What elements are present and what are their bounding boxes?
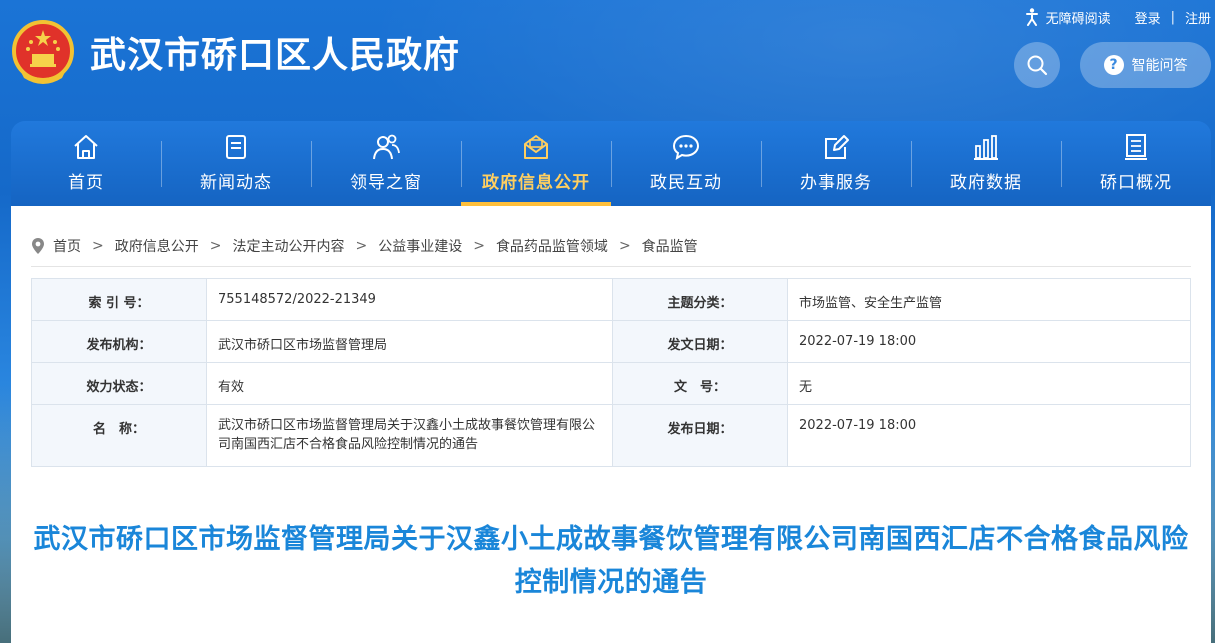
meta-key: 名 称： — [31, 404, 207, 467]
table-row: 效力状态： 有效 文 号： 无 — [31, 362, 1191, 405]
nav-label: 办事服务 — [800, 173, 872, 193]
meta-key: 效力状态： — [31, 362, 207, 405]
chat-icon — [672, 134, 700, 161]
nav-divider — [761, 141, 762, 187]
nav-label: 政府数据 — [950, 173, 1022, 193]
meta-value: 武汉市硚口区市场监督管理局 — [206, 320, 613, 363]
nav-label: 硚口概况 — [1100, 173, 1172, 193]
breadcrumb-food-drug[interactable]: 食品药品监管领域 — [496, 236, 608, 256]
register-link[interactable]: 注册 — [1185, 8, 1215, 27]
main-nav: 首页 新闻动态 领导之窗 政府信息公开 政民互动 办事服务 政府数据 硚口概况 — [11, 121, 1211, 206]
nav-label: 政民互动 — [650, 173, 722, 193]
smart-qa-button[interactable]: ? 智能问答 — [1080, 42, 1211, 88]
meta-key: 发布日期： — [612, 404, 788, 467]
meta-value: 755148572/2022-21349 — [206, 278, 613, 321]
leaders-icon — [373, 134, 400, 160]
breadcrumb-separator: > — [355, 238, 368, 254]
nav-divider — [911, 141, 912, 187]
breadcrumb-food-supervision[interactable]: 食品监管 — [642, 236, 698, 256]
meta-key: 发布机构： — [31, 320, 207, 363]
question-icon: ? — [1103, 55, 1124, 75]
meta-value: 无 — [787, 362, 1191, 405]
home-icon — [74, 135, 98, 159]
nav-item-news[interactable]: 新闻动态 — [161, 121, 311, 206]
nav-label: 首页 — [68, 173, 104, 193]
accessibility-icon — [1025, 8, 1038, 26]
meta-value: 2022-07-19 18:00 — [787, 320, 1191, 363]
meta-key: 发文日期： — [612, 320, 788, 363]
document-meta-table: 索 引 号： 755148572/2022-21349 主题分类： 市场监管、安… — [31, 278, 1191, 467]
utility-bar: 无障碍阅读 登录 | 注册 — [1024, 6, 1215, 28]
nav-divider — [611, 141, 612, 187]
nav-divider — [311, 141, 312, 187]
location-pin-icon — [32, 238, 44, 254]
breadcrumb-separator: > — [209, 238, 222, 254]
nav-item-overview[interactable]: 硚口概况 — [1061, 121, 1211, 206]
nav-item-leaders[interactable]: 领导之窗 — [311, 121, 461, 206]
accessibility-label: 无障碍阅读 — [1045, 11, 1111, 27]
national-emblem-logo — [12, 20, 74, 86]
nav-item-interaction[interactable]: 政民互动 — [611, 121, 761, 206]
breadcrumb-separator: > — [473, 238, 485, 254]
meta-key: 索 引 号： — [31, 278, 207, 321]
accessibility-link[interactable]: 无障碍阅读 — [1024, 8, 1111, 27]
content-panel: 首页 > 政府信息公开 > 法定主动公开内容 > 公益事业建设 > 食品药品监管… — [11, 206, 1211, 643]
breadcrumb-home[interactable]: 首页 — [53, 236, 81, 256]
meta-value: 有效 — [206, 362, 613, 405]
site-title: 武汉市硚口区人民政府 — [90, 35, 461, 76]
bar-chart-icon — [974, 135, 998, 160]
nav-divider — [1061, 141, 1062, 187]
breadcrumb-gov-info[interactable]: 政府信息公开 — [115, 236, 199, 256]
breadcrumb: 首页 > 政府信息公开 > 法定主动公开内容 > 公益事业建设 > 食品药品监管… — [31, 226, 1191, 267]
breadcrumb-public-welfare[interactable]: 公益事业建设 — [378, 236, 462, 256]
utility-separator: | — [1170, 9, 1175, 25]
nav-label: 领导之窗 — [350, 173, 422, 193]
table-row: 发布机构： 武汉市硚口区市场监督管理局 发文日期： 2022-07-19 18:… — [31, 320, 1191, 363]
login-link[interactable]: 登录 — [1135, 8, 1161, 27]
breadcrumb-separator: > — [92, 238, 104, 254]
table-row: 索 引 号： 755148572/2022-21349 主题分类： 市场监管、安… — [31, 278, 1191, 321]
search-icon — [1027, 55, 1048, 76]
breadcrumb-statutory[interactable]: 法定主动公开内容 — [232, 236, 344, 256]
document-title: 武汉市硚口区市场监督管理局关于汉鑫小土成故事餐饮管理有限公司南国西汇店不合格食品… — [33, 524, 1189, 598]
meta-value: 武汉市硚口区市场监督管理局关于汉鑫小土成故事餐饮管理有限公司南国西汇店不合格食品… — [206, 404, 613, 467]
nav-divider — [161, 141, 162, 187]
nav-item-gov-data[interactable]: 政府数据 — [911, 121, 1061, 206]
breadcrumb-separator: > — [618, 238, 631, 254]
mail-icon — [524, 135, 548, 159]
nav-label: 新闻动态 — [200, 173, 272, 193]
smart-qa-label: 智能问答 — [1131, 58, 1188, 74]
nav-divider — [461, 141, 462, 187]
document-icon — [1125, 134, 1147, 160]
nav-label: 政府信息公开 — [482, 173, 590, 193]
news-icon — [226, 135, 246, 159]
search-button[interactable] — [1014, 42, 1060, 88]
meta-key: 主题分类： — [612, 278, 788, 321]
nav-item-services[interactable]: 办事服务 — [761, 121, 911, 206]
edit-icon — [825, 135, 849, 159]
meta-key: 文 号： — [612, 362, 788, 405]
nav-item-home[interactable]: 首页 — [11, 121, 161, 206]
table-row: 名 称： 武汉市硚口区市场监督管理局关于汉鑫小土成故事餐饮管理有限公司南国西汇店… — [31, 404, 1191, 467]
nav-item-gov-info[interactable]: 政府信息公开 — [461, 121, 611, 206]
meta-value: 2022-07-19 18:00 — [787, 404, 1191, 467]
meta-value: 市场监管、安全生产监管 — [787, 278, 1191, 321]
